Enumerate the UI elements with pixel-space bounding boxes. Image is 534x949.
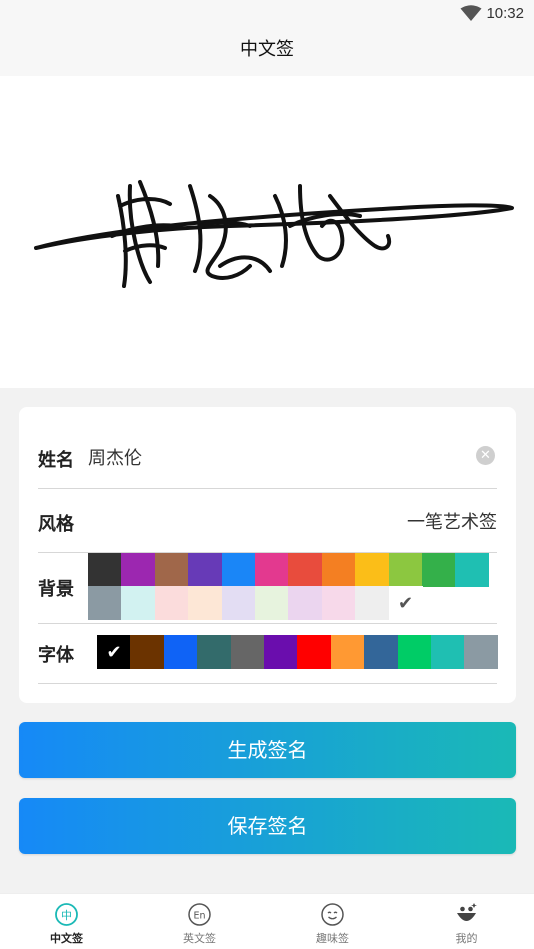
style-label: 风格	[38, 514, 74, 535]
background-color-swatch[interactable]	[288, 586, 323, 620]
font-color-swatch[interactable]	[364, 635, 399, 669]
background-color-swatch[interactable]	[221, 553, 256, 587]
divider	[38, 683, 497, 684]
clear-icon: ✕	[480, 448, 491, 463]
background-color-swatch[interactable]	[121, 586, 156, 620]
nav-tab-fun[interactable]: 趣味签	[266, 894, 399, 949]
nav-label: 中文签	[50, 932, 83, 945]
signature-image	[34, 180, 514, 288]
background-color-swatch[interactable]	[288, 553, 323, 587]
font-color-swatch[interactable]	[264, 635, 298, 669]
status-bar: 10:32	[0, 0, 534, 28]
svg-text:中: 中	[61, 909, 72, 922]
background-color-swatch[interactable]	[355, 553, 390, 587]
signature-settings-card: 姓名 周杰伦 ✕ 风格 一笔艺术签 背景 ✔ 字体 ✔	[19, 407, 516, 703]
background-label: 背景	[38, 579, 74, 600]
bottom-nav: 中 中文签 En 英文签 趣味签 我的	[0, 893, 534, 949]
status-time: 10:32	[486, 5, 524, 22]
signature-preview	[0, 76, 534, 388]
nav-tab-profile[interactable]: 我的	[400, 894, 533, 949]
font-color-swatch[interactable]	[464, 635, 499, 669]
svg-text:En: En	[193, 911, 205, 922]
font-color-swatch[interactable]	[197, 635, 232, 669]
font-color-swatch[interactable]	[397, 635, 432, 669]
english-signature-icon: En	[188, 903, 211, 926]
name-input[interactable]: 周杰伦	[88, 444, 142, 470]
generate-signature-button[interactable]: 生成签名	[19, 722, 516, 778]
font-color-swatch[interactable]	[130, 635, 165, 669]
background-color-swatch[interactable]	[221, 586, 256, 620]
background-color-swatch[interactable]	[88, 553, 122, 587]
nav-label: 我的	[455, 932, 478, 945]
wifi-icon	[460, 5, 482, 21]
background-color-swatch[interactable]	[422, 553, 456, 587]
profile-icon	[457, 903, 477, 921]
check-icon: ✔	[106, 641, 122, 663]
nav-label: 英文签	[183, 932, 216, 945]
style-selector[interactable]: 一笔艺术签	[407, 508, 497, 534]
chinese-signature-icon: 中	[55, 903, 78, 926]
page-title: 中文签	[0, 28, 534, 76]
nav-label: 趣味签	[316, 932, 349, 945]
font-color-swatch[interactable]	[330, 635, 365, 669]
font-color-swatch[interactable]: ✔	[97, 635, 131, 669]
background-color-swatch[interactable]	[355, 586, 390, 620]
font-color-swatch[interactable]	[163, 635, 198, 669]
save-signature-button[interactable]: 保存签名	[19, 798, 516, 854]
divider	[38, 488, 497, 489]
fun-signature-icon	[321, 903, 344, 926]
background-color-swatch[interactable]	[121, 553, 156, 587]
background-color-swatch[interactable]	[255, 553, 289, 587]
clear-name-button[interactable]: ✕	[476, 446, 495, 465]
background-color-swatch[interactable]	[388, 553, 423, 587]
nav-tab-english[interactable]: En 英文签	[133, 894, 266, 949]
nav-tab-chinese[interactable]: 中 中文签	[0, 894, 133, 949]
background-color-swatch[interactable]	[255, 586, 289, 620]
background-color-swatch[interactable]: ✔	[388, 586, 423, 620]
background-color-swatch[interactable]	[154, 553, 189, 587]
background-color-swatch[interactable]	[188, 553, 223, 587]
font-color-swatch[interactable]	[431, 635, 465, 669]
font-color-swatch[interactable]	[230, 635, 265, 669]
divider	[38, 623, 497, 624]
background-color-swatch[interactable]	[88, 586, 122, 620]
name-label: 姓名	[38, 450, 74, 471]
background-color-swatch[interactable]	[321, 553, 356, 587]
background-color-swatch[interactable]	[321, 586, 356, 620]
check-icon: ✔	[398, 592, 414, 614]
font-label: 字体	[38, 645, 74, 666]
font-color-swatch[interactable]	[297, 635, 332, 669]
background-color-swatch[interactable]	[154, 586, 189, 620]
background-color-swatch[interactable]	[188, 586, 223, 620]
background-color-swatch[interactable]	[455, 553, 490, 587]
